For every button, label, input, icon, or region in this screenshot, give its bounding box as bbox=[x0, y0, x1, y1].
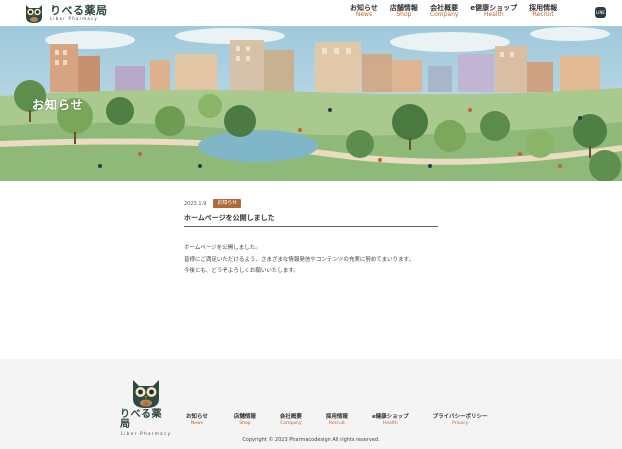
article-paragraph: 皆様にご満足いただけるよう、さまざまな情報発信やコンテンツの充実に努めてまいりま… bbox=[184, 256, 415, 263]
hero-title: お知らせ bbox=[32, 98, 84, 112]
footer-nav-health[interactable]: e健康ショップ Health bbox=[372, 414, 409, 426]
owl-logo-icon bbox=[133, 380, 159, 408]
article-paragraph: ホームページを公開しました。 bbox=[184, 245, 261, 251]
footer-nav-label: 会社概要 bbox=[279, 414, 302, 420]
nav-sublabel: Recruit bbox=[532, 11, 554, 19]
nav-sublabel: Company bbox=[429, 11, 459, 19]
footer-logo[interactable]: りべる薬局 Liber Pharmacy bbox=[120, 377, 172, 436]
nav-sublabel: Health bbox=[483, 11, 504, 19]
hero-illustration bbox=[0, 26, 622, 181]
nav-item-news[interactable]: お知らせ News bbox=[350, 4, 378, 19]
footer-nav-sublabel: News bbox=[190, 420, 204, 426]
nav-item-health[interactable]: e健康ショップ Health bbox=[470, 4, 517, 19]
footer-nav-label: 店舗情報 bbox=[233, 414, 256, 420]
article-paragraph: 今後とも、どうぞよろしくお願いいたします。 bbox=[184, 268, 299, 275]
footer-nav-company[interactable]: 会社概要 Company bbox=[280, 414, 302, 426]
logo-name: りべる薬局 bbox=[50, 4, 108, 17]
article-title: ホームページを公開しました bbox=[184, 213, 438, 227]
copyright: Copyright © 2023 Pharmacodesign All righ… bbox=[242, 437, 380, 443]
footer-logo-name: りべる薬局 bbox=[120, 409, 162, 430]
footer-logo-subname: Liber Pharmacy bbox=[120, 431, 172, 436]
site-header: りべる薬局 Liber Pharmacy お知らせ News 店舗情報 Shop… bbox=[0, 0, 622, 26]
footer-nav-label: プライバシーポリシー bbox=[432, 414, 488, 420]
footer-nav: お知らせ News 店舗情報 Shop 会社概要 Company 採用情報 Re… bbox=[186, 414, 488, 426]
news-article: 2023.1.9 お知らせ ホームページを公開しました ホームページを公開しまし… bbox=[184, 199, 438, 278]
nav-item-shop[interactable]: 店舗情報 Shop bbox=[390, 4, 418, 19]
footer-nav-sublabel: Company bbox=[280, 420, 302, 426]
footer-nav-shop[interactable]: 店舗情報 Shop bbox=[234, 414, 256, 426]
line-icon[interactable]: LINE bbox=[595, 7, 606, 18]
footer-nav-label: e健康ショップ bbox=[371, 414, 409, 420]
footer-nav-label: お知らせ bbox=[186, 414, 208, 420]
footer-nav-recruit[interactable]: 採用情報 Recruit bbox=[326, 414, 348, 426]
footer-nav-privacy[interactable]: プライバシーポリシー Privacy bbox=[433, 414, 488, 426]
category-badge[interactable]: お知らせ bbox=[213, 199, 242, 208]
page: りべる薬局 Liber Pharmacy お知らせ News 店舗情報 Shop… bbox=[0, 0, 622, 449]
main-nav: お知らせ News 店舗情報 Shop 会社概要 Company e健康ショップ… bbox=[350, 4, 569, 19]
nav-sublabel: Shop bbox=[396, 11, 412, 19]
site-footer: りべる薬局 Liber Pharmacy お知らせ News 店舗情報 Shop… bbox=[0, 359, 622, 449]
logo-subname: Liber Pharmacy bbox=[50, 16, 98, 21]
nav-item-company[interactable]: 会社概要 Company bbox=[430, 4, 459, 19]
article-date: 2023.1.9 bbox=[184, 200, 207, 207]
footer-nav-news[interactable]: お知らせ News bbox=[186, 414, 208, 426]
hero-banner: お知らせ bbox=[0, 26, 622, 181]
nav-sublabel: News bbox=[355, 11, 373, 19]
footer-nav-sublabel: Health bbox=[382, 420, 398, 426]
owl-logo-icon bbox=[26, 5, 42, 23]
footer-nav-label: 採用情報 bbox=[325, 414, 348, 420]
article-body: ホームページを公開しました。 皆様にご満足いただけるよう、さまざまな情報発信やコ… bbox=[184, 243, 438, 278]
footer-nav-sublabel: Shop bbox=[239, 420, 251, 426]
footer-nav-sublabel: Privacy bbox=[451, 420, 469, 426]
site-logo[interactable]: りべる薬局 Liber Pharmacy bbox=[22, 2, 108, 24]
article-meta: 2023.1.9 お知らせ bbox=[184, 199, 438, 208]
nav-item-recruit[interactable]: 採用情報 Recruit bbox=[529, 4, 557, 19]
footer-nav-sublabel: Recruit bbox=[328, 420, 345, 426]
